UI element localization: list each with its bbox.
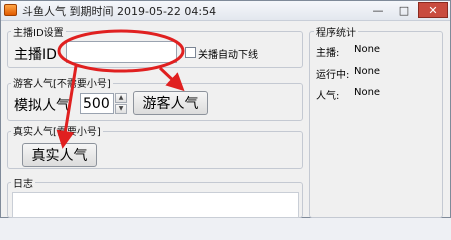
program-stats-group bbox=[309, 31, 443, 218]
stat-running-value: None bbox=[354, 66, 381, 77]
minimize-button[interactable]: — bbox=[366, 2, 390, 18]
anchor-id-input[interactable] bbox=[66, 41, 177, 63]
close-button[interactable]: ✕ bbox=[418, 2, 448, 18]
maximize-button[interactable]: □ bbox=[392, 2, 416, 18]
popularity-count-input[interactable]: 500 bbox=[80, 93, 114, 114]
program-stats-group-legend: 程序统计 bbox=[314, 24, 358, 39]
stat-popularity-value: None bbox=[354, 87, 381, 98]
stat-anchor-value: None bbox=[354, 44, 381, 55]
app-icon bbox=[4, 4, 17, 16]
stat-running-label: 运行中: bbox=[316, 70, 350, 81]
anchor-id-group-legend: 主播ID设置 bbox=[11, 24, 66, 39]
log-group-legend: 日志 bbox=[11, 175, 35, 190]
real-popularity-group-legend: 真实人气[需要小号] bbox=[11, 123, 103, 138]
guest-popularity-button[interactable]: 游客人气 bbox=[133, 91, 208, 115]
log-textarea[interactable] bbox=[12, 192, 299, 218]
window-title: 斗鱼人气 到期时间 2019-05-22 04:54 bbox=[22, 5, 217, 18]
auto-offline-checkbox[interactable] bbox=[185, 47, 196, 58]
stat-anchor-label: 主播: bbox=[316, 48, 340, 59]
spin-up-button[interactable]: ▲ bbox=[115, 93, 127, 103]
spin-down-button[interactable]: ▼ bbox=[115, 104, 127, 114]
real-popularity-button[interactable]: 真实人气 bbox=[22, 143, 97, 167]
simulate-popularity-label: 模拟人气 bbox=[14, 98, 70, 114]
auto-offline-label[interactable]: 关播自动下线 bbox=[198, 46, 258, 61]
anchor-id-label: 主播ID bbox=[14, 47, 57, 63]
guest-popularity-group-legend: 游客人气[不需要小号] bbox=[11, 75, 113, 90]
stat-popularity-label: 人气: bbox=[316, 91, 340, 102]
